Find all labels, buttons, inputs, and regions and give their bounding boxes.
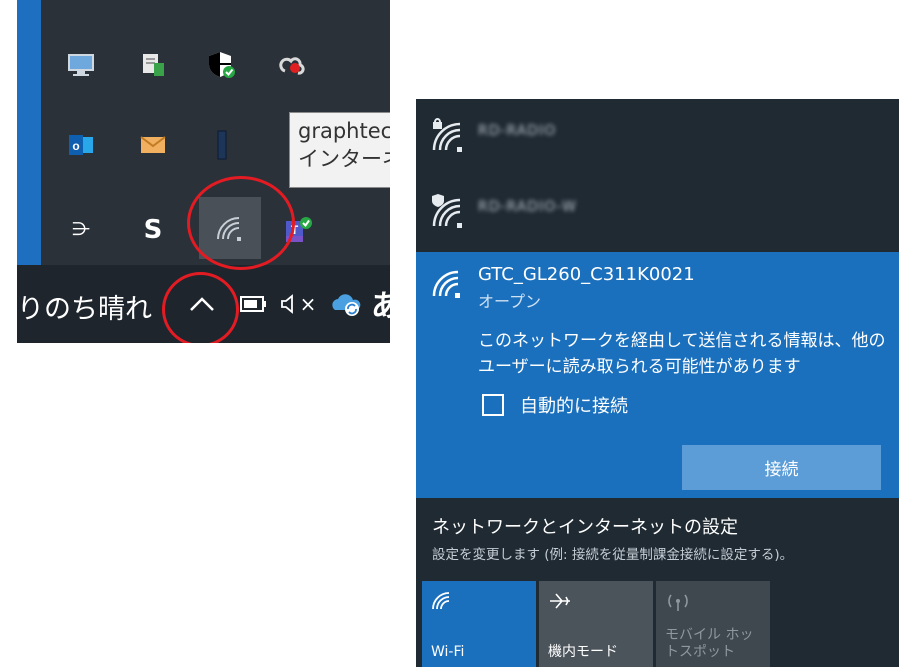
selected-ssid: GTC_GL260_C311K0021	[478, 264, 695, 285]
tooltip-line1: graphtec.co	[298, 119, 390, 143]
arrows-app-icon[interactable]: ⋺	[64, 212, 98, 246]
hotspot-tile-label: モバイル ホットスポット	[665, 627, 754, 660]
network-item-2[interactable]: RD-RADIO-W	[416, 175, 899, 250]
chevron-highlight-circle	[162, 272, 239, 343]
wifi-open-icon	[432, 270, 460, 298]
network-flyout: RD-RADIO RD-RADIO-W GTC_GL260_C311K0021 …	[416, 99, 899, 667]
airplane-tile-label: 機内モード	[548, 644, 618, 660]
network-settings-description: 設定を変更します (例: 接続を従量制課金接続に設定する)。	[432, 547, 794, 563]
hotspot-icon	[668, 594, 688, 611]
weather-text[interactable]: りのち晴れ	[17, 287, 152, 326]
security-warning: このネットワークを経由して送信される情報は、他のユーザーに読み取られる可能性があ…	[478, 331, 886, 377]
tray-screenshot: o ⋺ S T graphtec.co インターネット りのち晴れ	[17, 0, 390, 343]
wifi-icon	[432, 592, 450, 610]
ime-mode-indicator[interactable]: あ	[371, 281, 390, 325]
wifi-secured-icon	[432, 118, 462, 152]
auto-connect-label[interactable]: 自動的に接続	[520, 392, 628, 418]
wifi-shield-icon	[432, 194, 462, 228]
wifi-highlight-circle	[187, 176, 295, 270]
connect-button[interactable]: 接続	[682, 445, 881, 490]
network-settings-link[interactable]: ネットワークとインターネットの設定	[432, 513, 738, 539]
auto-connect-checkbox[interactable]	[482, 394, 504, 416]
mute-x: ×	[299, 292, 317, 316]
svg-text:⋺: ⋺	[72, 219, 90, 239]
mobile-hotspot-tile[interactable]: モバイル ホットスポット	[656, 581, 770, 667]
airplane-icon	[550, 593, 570, 609]
network-tooltip: graphtec.co インターネット	[289, 112, 390, 188]
usb-device-icon[interactable]	[205, 128, 239, 162]
svg-text:o: o	[72, 139, 79, 153]
selected-status: オープン	[478, 292, 542, 311]
tooltip-line2: インターネット	[298, 147, 390, 171]
network-item-1[interactable]: RD-RADIO	[416, 99, 899, 174]
wifi-tile-label: Wi-Fi	[431, 644, 465, 660]
svg-text:S: S	[144, 215, 163, 244]
cloud-sync-icon[interactable]	[275, 48, 309, 82]
monitor-icon[interactable]	[64, 48, 98, 82]
wifi-toggle-tile[interactable]: Wi-Fi	[422, 581, 536, 667]
volume-mute-icon[interactable]: ×	[275, 287, 321, 321]
airplane-mode-tile[interactable]: 機内モード	[539, 581, 653, 667]
mail-icon[interactable]	[136, 128, 170, 162]
skype-icon[interactable]: S	[136, 212, 170, 246]
network-name: RD-RADIO-W	[478, 199, 577, 215]
security-shield-icon[interactable]	[205, 48, 239, 82]
network-drive-icon[interactable]	[136, 48, 170, 82]
outlook-icon[interactable]: o	[64, 128, 98, 162]
network-name: RD-RADIO	[478, 123, 557, 139]
selected-network[interactable]: GTC_GL260_C311K0021 オープン このネットワークを経由して送信…	[416, 252, 899, 498]
battery-icon[interactable]	[237, 289, 269, 319]
onedrive-icon[interactable]	[327, 287, 365, 321]
